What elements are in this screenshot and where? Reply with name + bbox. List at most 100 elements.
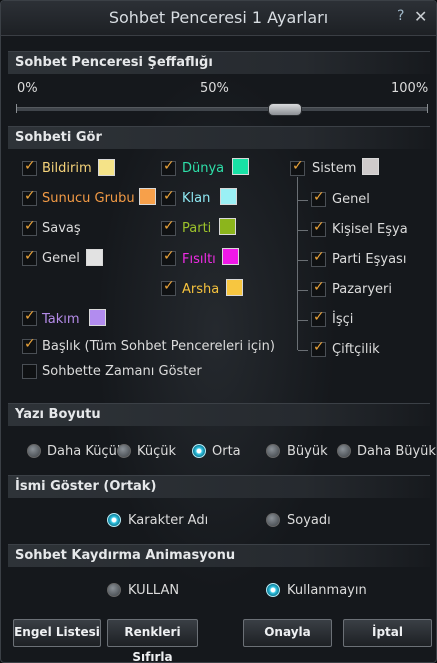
label-font-kucuk: Küçük — [137, 444, 177, 459]
tree-branch — [298, 260, 308, 261]
checkbox-sistem[interactable]: ✓ — [290, 158, 305, 176]
title-bar[interactable]: Sohbet Penceresi 1 Ayarları ? ✕ — [1, 1, 436, 36]
color-swatch-fisilti[interactable] — [222, 248, 239, 265]
label-font-daha-kucuk: Daha Küçük — [47, 444, 125, 459]
transparency-section-header: Sohbet Penceresi Şeffaflığı — [8, 51, 430, 74]
checkbox-ciftcilik[interactable]: ✓ — [311, 339, 326, 357]
checkbox-arsha[interactable]: ✓ — [161, 278, 176, 296]
radio-font-buyuk[interactable] — [266, 444, 280, 458]
transparency-slider[interactable] — [16, 103, 428, 116]
show-name-section-header: İsmi Göster (Ortak) — [8, 475, 430, 498]
label-savas: Savaş — [42, 221, 81, 236]
color-swatch-parti[interactable] — [219, 218, 236, 235]
confirm-button[interactable]: Onayla — [243, 619, 332, 647]
radio-kullanmayin[interactable] — [266, 583, 280, 597]
radio-font-daha-buyuk[interactable] — [337, 444, 351, 458]
label-sunucu-grubu: Sunucu Grubu — [42, 191, 135, 206]
label-font-buyuk: Büyük — [287, 444, 328, 459]
transparency-min-label: 0% — [17, 81, 38, 96]
show-name-header: İsmi Göster (Ortak) — [15, 479, 157, 494]
close-icon[interactable]: ✕ — [414, 7, 427, 26]
label-show-time: Sohbette Zamanı Göster — [42, 364, 202, 379]
block-list-button[interactable]: Engel Listesi — [13, 619, 101, 647]
checkbox-savas[interactable]: ✓ — [22, 218, 37, 236]
label-kisisel-esya: Kişisel Eşya — [332, 222, 408, 237]
label-sistem-genel: Genel — [332, 192, 370, 207]
label-arsha: Arsha — [182, 282, 220, 297]
label-isci: İşçi — [332, 312, 354, 327]
checkbox-takim[interactable]: ✓ — [22, 308, 37, 326]
color-swatch-sistem[interactable] — [362, 158, 379, 175]
color-swatch-dunya[interactable] — [232, 158, 249, 175]
tree-branch — [298, 290, 308, 291]
label-sistem: Sistem — [312, 161, 357, 176]
label-parti-esyasi: Parti Eşyası — [332, 252, 407, 267]
checkbox-fisilti[interactable]: ✓ — [161, 248, 176, 266]
checkbox-bildirim[interactable]: ✓ — [22, 158, 37, 176]
color-swatch-klan[interactable] — [220, 188, 237, 205]
radio-soyadi[interactable] — [266, 513, 280, 527]
system-tree-line — [297, 177, 298, 350]
label-klan: Klan — [182, 191, 211, 206]
label-bildirim: Bildirim — [42, 161, 92, 176]
chat-settings-window: Sohbet Penceresi 1 Ayarları ? ✕ Sohbet P… — [0, 0, 437, 663]
checkbox-pazaryeri[interactable]: ✓ — [311, 279, 326, 297]
checkbox-sistem-genel[interactable]: ✓ — [311, 189, 326, 207]
transparency-mid-label: 50% — [200, 81, 229, 96]
slider-track — [16, 107, 428, 111]
scroll-anim-header: Sohbet Kaydırma Animasyonu — [15, 548, 236, 563]
slider-handle[interactable] — [268, 103, 302, 116]
transparency-header: Sohbet Penceresi Şeffaflığı — [15, 55, 213, 70]
checkbox-sunucu-grubu[interactable]: ✓ — [22, 188, 37, 206]
transparency-max-label: 100% — [391, 81, 429, 96]
radio-kullan[interactable] — [107, 583, 121, 597]
cancel-button[interactable]: İptal — [343, 619, 432, 647]
label-takim: Takım — [42, 312, 80, 327]
radio-karakter-adi[interactable] — [107, 513, 121, 527]
tree-branch — [298, 320, 308, 321]
radio-font-kucuk[interactable] — [117, 444, 131, 458]
font-size-header: Yazı Boyutu — [15, 407, 101, 422]
tree-branch — [298, 350, 308, 351]
label-soyadi: Soyadı — [287, 513, 331, 528]
label-karakter-adi: Karakter Adı — [128, 513, 209, 528]
chat-view-header: Sohbeti Gör — [15, 130, 102, 145]
tree-branch — [298, 200, 308, 201]
checkbox-parti[interactable]: ✓ — [161, 218, 176, 236]
label-parti: Parti — [182, 221, 212, 236]
checkbox-show-time[interactable] — [22, 364, 37, 379]
tree-branch — [298, 230, 308, 231]
label-pazaryeri: Pazaryeri — [332, 282, 393, 297]
checkbox-dunya[interactable]: ✓ — [161, 158, 176, 176]
color-swatch-sunucu-grubu[interactable] — [139, 188, 156, 205]
checkbox-isci[interactable]: ✓ — [311, 309, 326, 327]
label-dunya: Dünya — [182, 161, 225, 176]
label-fisilti: Fısıltı — [182, 252, 216, 267]
color-swatch-genel[interactable] — [86, 249, 103, 266]
slider-tick-right — [427, 104, 428, 113]
checkbox-title-all-windows[interactable]: ✓ — [22, 336, 37, 354]
color-swatch-bildirim[interactable] — [98, 159, 115, 176]
slider-tick-left — [16, 104, 17, 113]
label-font-orta: Orta — [212, 444, 241, 459]
label-genel: Genel — [42, 251, 80, 266]
radio-font-daha-kucuk[interactable] — [27, 444, 41, 458]
label-kullanmayin: Kullanmayın — [287, 583, 367, 598]
checkbox-klan[interactable]: ✓ — [161, 188, 176, 206]
chat-view-section-header: Sohbeti Gör — [8, 126, 430, 149]
font-size-section-header: Yazı Boyutu — [8, 403, 430, 426]
label-kullan: KULLAN — [128, 583, 180, 598]
checkbox-kisisel-esya[interactable]: ✓ — [311, 219, 326, 237]
reset-colors-button[interactable]: Renkleri Sıfırla — [107, 619, 198, 662]
checkbox-parti-esyasi[interactable]: ✓ — [311, 249, 326, 267]
window-title: Sohbet Penceresi 1 Ayarları — [108, 8, 329, 27]
label-title-all-windows: Başlık (Tüm Sohbet Pencereleri için) — [42, 339, 275, 354]
checkbox-genel[interactable]: ✓ — [22, 248, 37, 266]
color-swatch-takim[interactable] — [89, 309, 106, 326]
scroll-anim-section-header: Sohbet Kaydırma Animasyonu — [8, 544, 430, 567]
color-swatch-arsha[interactable] — [226, 279, 243, 296]
radio-font-orta[interactable] — [192, 444, 206, 458]
help-icon[interactable]: ? — [397, 8, 404, 24]
label-font-daha-buyuk: Daha Büyük — [357, 444, 436, 459]
label-ciftcilik: Çiftçilik — [332, 342, 380, 357]
